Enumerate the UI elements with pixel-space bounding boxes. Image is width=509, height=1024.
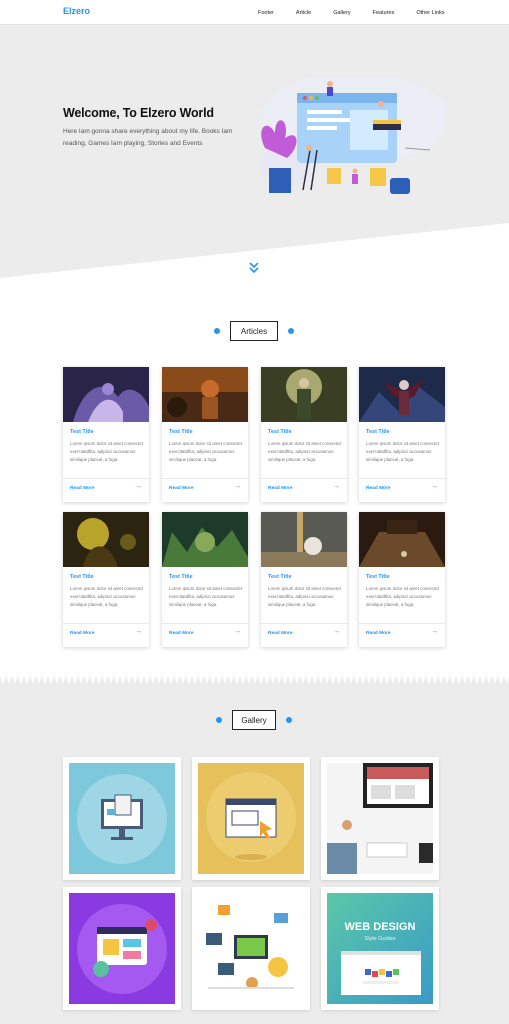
logo[interactable]: Elzero — [63, 6, 90, 16]
divider — [162, 623, 248, 624]
gallery-item[interactable] — [321, 757, 439, 880]
gallery-heading: Gallery — [0, 710, 509, 732]
gallery-item[interactable] — [192, 757, 310, 880]
article-title[interactable]: Test Title — [268, 574, 292, 580]
gallery-item[interactable]: WEB DESIGN Style Guides — [321, 887, 439, 1010]
divider — [63, 623, 149, 624]
divider — [359, 478, 445, 479]
read-more-link[interactable]: Read More — [268, 486, 293, 491]
articles-heading: Articles — [0, 321, 509, 343]
divider — [359, 623, 445, 624]
hero-text: Here Iam gonna share everything about my… — [63, 128, 233, 148]
arrow-right-icon[interactable]: → — [135, 628, 142, 635]
header: Elzero Footer Article Gallery Features O… — [0, 0, 509, 25]
article-card: Test Title Lorem ipsum dolor sit amet co… — [162, 367, 248, 502]
article-card: Test Title Lorem ipsum dolor sit amet co… — [162, 512, 248, 647]
double-chevron-down-icon[interactable] — [247, 261, 261, 275]
nav-link-gallery[interactable]: Gallery — [333, 10, 350, 16]
article-card: Test Title Lorem ipsum dolor sit amet co… — [261, 512, 347, 647]
article-card: Test Title Lorem ipsum dolor sit amet co… — [63, 367, 149, 502]
nav-link-other-links[interactable]: Other Links — [416, 10, 444, 16]
web-design-title: WEB DESIGN — [345, 921, 416, 933]
gallery-image — [327, 763, 433, 874]
article-image — [359, 367, 445, 422]
article-title[interactable]: Test Title — [268, 429, 292, 435]
article-text: Lorem ipsum dolor sit amet consectet exe… — [268, 441, 341, 462]
gallery-image — [198, 763, 304, 874]
gallery-image — [69, 763, 175, 874]
article-title[interactable]: Test Title — [70, 574, 94, 580]
article-image — [261, 367, 347, 422]
arrow-right-icon[interactable]: → — [431, 628, 438, 635]
article-title[interactable]: Test Title — [366, 429, 390, 435]
article-card: Test Title Lorem ipsum dolor sit amet co… — [359, 367, 445, 502]
hero-title: Welcome, To Elzero World — [63, 106, 214, 120]
heading-dot-right — [288, 328, 294, 334]
article-image — [162, 367, 248, 422]
article-text: Lorem ipsum dolor sit amet consectet exe… — [70, 441, 143, 462]
web-design-subtitle: Style Guides — [364, 936, 395, 942]
divider — [261, 623, 347, 624]
arrow-right-icon[interactable]: → — [234, 483, 241, 490]
divider — [162, 478, 248, 479]
heading-dot-right — [286, 717, 292, 723]
gallery-item[interactable] — [63, 757, 181, 880]
heading-dot-left — [216, 717, 222, 723]
gallery-image — [198, 893, 304, 1004]
article-title[interactable]: Test Title — [169, 574, 193, 580]
read-more-link[interactable]: Read More — [70, 631, 95, 636]
read-more-link[interactable]: Read More — [268, 631, 293, 636]
article-card: Test Title Lorem ipsum dolor sit amet co… — [261, 367, 347, 502]
arrow-right-icon[interactable]: → — [333, 483, 340, 490]
article-image — [261, 512, 347, 567]
gallery-item[interactable] — [192, 887, 310, 1010]
article-text: Lorem ipsum dolor sit amet consectet exe… — [268, 586, 341, 607]
read-more-link[interactable]: Read More — [169, 631, 194, 636]
article-text: Lorem ipsum dolor sit amet consectet exe… — [70, 586, 143, 607]
article-image — [63, 512, 149, 567]
zigzag-divider — [0, 676, 509, 688]
article-title[interactable]: Test Title — [366, 574, 390, 580]
divider — [261, 478, 347, 479]
article-title[interactable]: Test Title — [169, 429, 193, 435]
article-card: Test Title Lorem ipsum dolor sit amet co… — [63, 512, 149, 647]
hero-illustration — [260, 78, 445, 194]
gallery-item[interactable] — [63, 887, 181, 1010]
gallery-title: Gallery — [232, 710, 276, 730]
article-text: Lorem ipsum dolor sit amet consectet exe… — [366, 441, 439, 462]
article-image — [359, 512, 445, 567]
arrow-right-icon[interactable]: → — [234, 628, 241, 635]
read-more-link[interactable]: Read More — [70, 486, 95, 491]
arrow-right-icon[interactable]: → — [431, 483, 438, 490]
heading-dot-left — [214, 328, 220, 334]
gallery-image — [69, 893, 175, 1004]
article-image — [162, 512, 248, 567]
article-image — [63, 367, 149, 422]
articles-title: Articles — [230, 321, 278, 341]
page: Elzero Footer Article Gallery Features O… — [0, 0, 509, 1024]
read-more-link[interactable]: Read More — [366, 486, 391, 491]
article-text: Lorem ipsum dolor sit amet consectet exe… — [169, 586, 242, 607]
main-nav: Footer Article Gallery Features Other Li… — [258, 0, 466, 25]
article-text: Lorem ipsum dolor sit amet consectet exe… — [169, 441, 242, 462]
arrow-right-icon[interactable]: → — [135, 483, 142, 490]
nav-link-features[interactable]: Features — [373, 10, 395, 16]
nav-link-footer[interactable]: Footer — [258, 10, 274, 16]
read-more-link[interactable]: Read More — [169, 486, 194, 491]
article-card: Test Title Lorem ipsum dolor sit amet co… — [359, 512, 445, 647]
read-more-link[interactable]: Read More — [366, 631, 391, 636]
nav-link-article[interactable]: Article — [296, 10, 311, 16]
arrow-right-icon[interactable]: → — [333, 628, 340, 635]
divider — [63, 478, 149, 479]
article-text: Lorem ipsum dolor sit amet consectet exe… — [366, 586, 439, 607]
gallery-image: WEB DESIGN Style Guides — [327, 893, 433, 1004]
article-title[interactable]: Test Title — [70, 429, 94, 435]
